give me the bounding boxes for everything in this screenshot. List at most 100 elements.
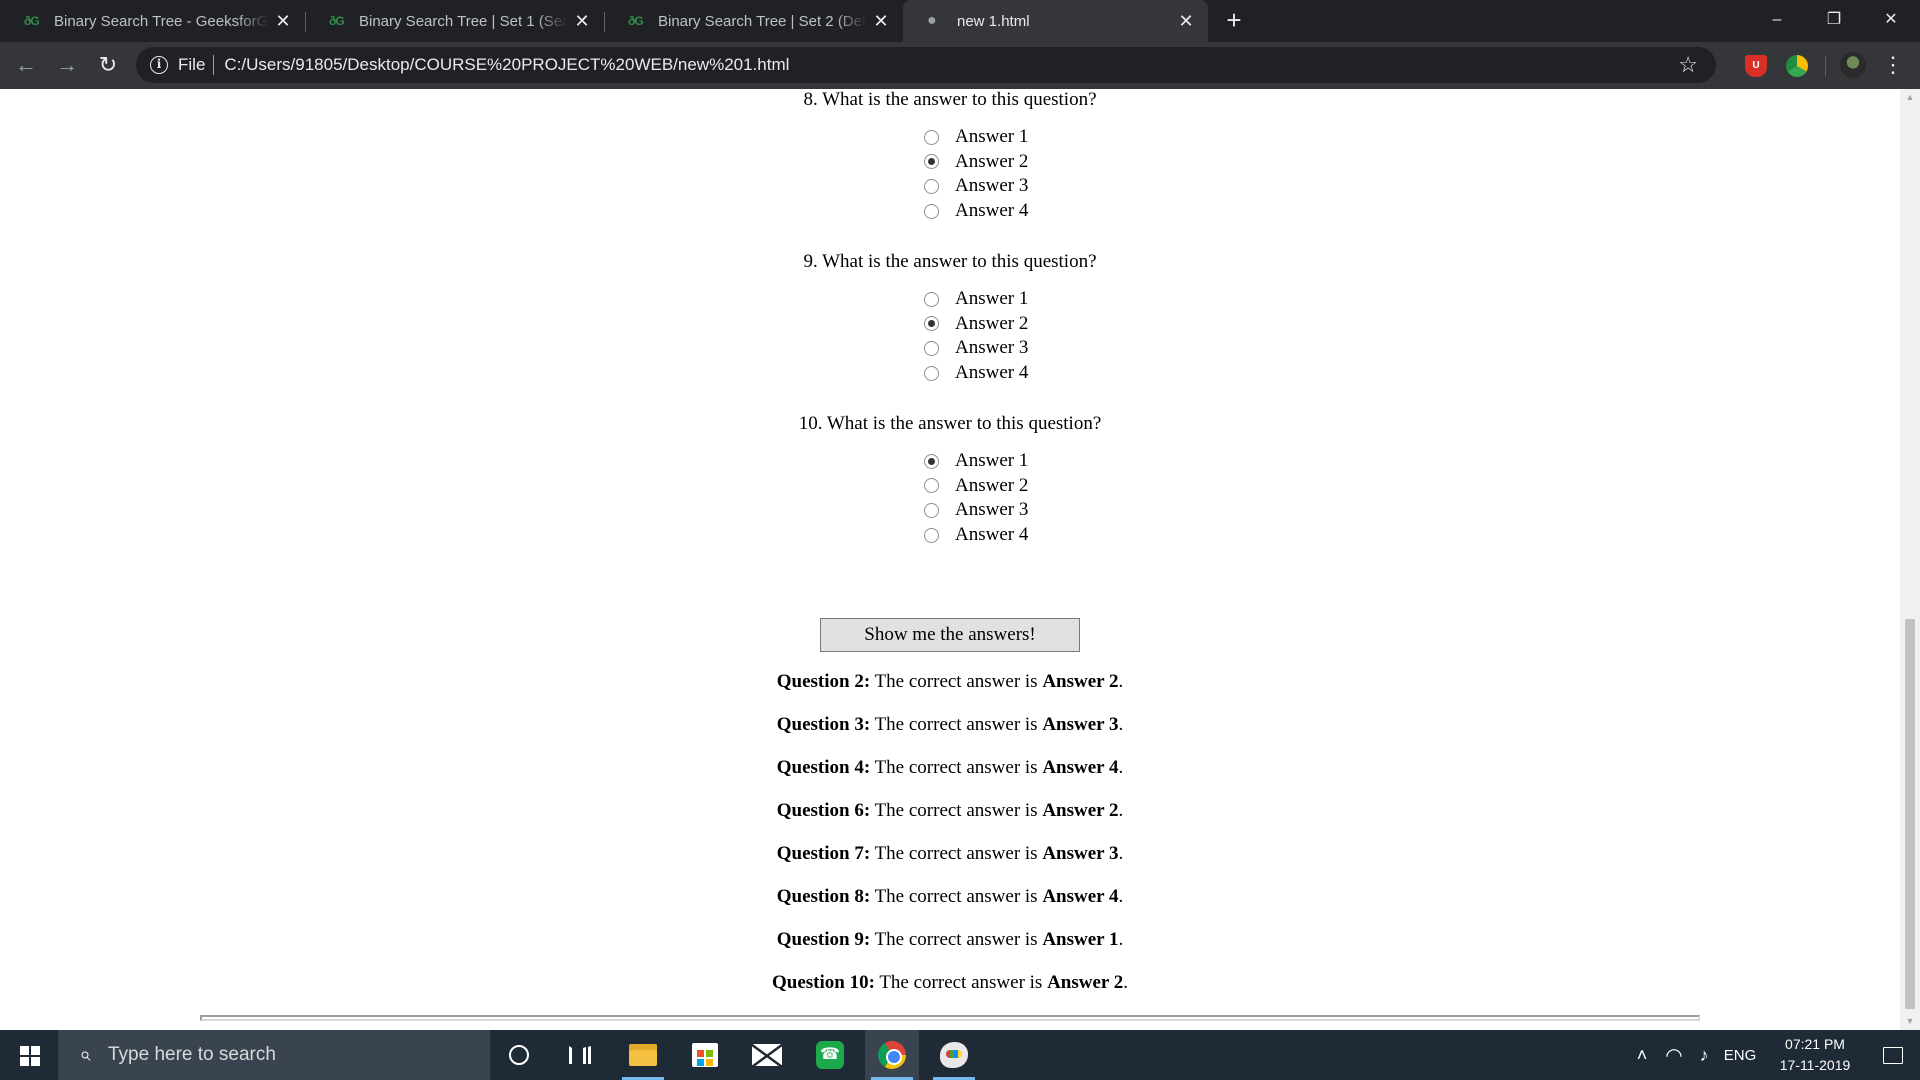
answer-option[interactable]: Answer 3: [922, 174, 1122, 199]
result-text: The correct answer is: [870, 800, 1043, 821]
bookmark-star-icon[interactable]: ☆: [1678, 52, 1698, 78]
result-end: .: [1118, 800, 1124, 821]
answer-label[interactable]: Answer 4: [955, 362, 1028, 384]
scroll-up-arrow-icon[interactable]: ▲: [1900, 89, 1920, 106]
site-info-icon[interactable]: i: [150, 56, 168, 74]
answer-label[interactable]: Answer 2: [955, 313, 1028, 335]
close-window-button[interactable]: ✕: [1862, 0, 1920, 42]
new-tab-button[interactable]: +: [1218, 4, 1250, 36]
answer-label[interactable]: Answer 4: [955, 524, 1028, 546]
wifi-icon[interactable]: ◠: [1660, 1030, 1688, 1080]
radio-button[interactable]: [924, 502, 939, 518]
answer-option[interactable]: Answer 2: [922, 474, 1122, 499]
start-button[interactable]: [0, 1030, 58, 1080]
close-icon[interactable]: ✕: [269, 11, 297, 32]
answer-label[interactable]: Answer 1: [955, 288, 1028, 310]
search-placeholder[interactable]: Type here to search: [108, 1044, 276, 1066]
taskbar-search[interactable]: ⌕ Type here to search: [58, 1030, 490, 1080]
cortana-button[interactable]: [492, 1030, 546, 1080]
radio-button[interactable]: [924, 154, 939, 170]
result-end: .: [1118, 671, 1124, 692]
paint-button[interactable]: [927, 1030, 981, 1080]
page-content: 8. What is the answer to this question? …: [0, 89, 1900, 1030]
task-view-button[interactable]: [553, 1030, 607, 1080]
restore-button[interactable]: ❐: [1805, 0, 1863, 42]
browser-toolbar: ← → ↻ i File C:/Users/91805/Desktop/COUR…: [0, 42, 1920, 89]
show-answers-button[interactable]: Show me the answers!: [820, 618, 1080, 652]
volume-icon[interactable]: ♪: [1690, 1030, 1718, 1080]
close-icon[interactable]: ✕: [867, 11, 895, 32]
scroll-down-arrow-icon[interactable]: ▼: [1900, 1013, 1920, 1030]
store-button[interactable]: [678, 1030, 732, 1080]
answer-label[interactable]: Answer 1: [955, 126, 1028, 148]
whatsapp-button[interactable]: ☎: [803, 1030, 857, 1080]
radio-button[interactable]: [924, 316, 939, 332]
answer-option[interactable]: Answer 1: [922, 125, 1122, 150]
answer-label[interactable]: Answer 1: [955, 450, 1028, 472]
profile-avatar[interactable]: [1840, 52, 1866, 78]
answer-option[interactable]: Answer 4: [922, 199, 1122, 224]
result-question: Question 2:: [776, 671, 871, 692]
result-answer: Answer 3: [1042, 843, 1119, 864]
radio-button[interactable]: [924, 340, 939, 356]
answer-option[interactable]: Answer 1: [922, 449, 1122, 474]
result-text: The correct answer is: [870, 843, 1043, 864]
back-button[interactable]: ←: [10, 49, 42, 81]
result-question: Question 6:: [776, 800, 871, 821]
radio-button[interactable]: [924, 527, 939, 543]
reload-button[interactable]: ↻: [92, 49, 124, 81]
close-icon[interactable]: ✕: [1172, 11, 1200, 32]
result-question: Question 7:: [776, 843, 871, 864]
answer-label[interactable]: Answer 4: [955, 200, 1028, 222]
url-text[interactable]: C:/Users/91805/Desktop/COURSE%20PROJECT%…: [224, 55, 789, 75]
result-line: Question 8: The correct answer is Answer…: [0, 886, 1900, 908]
file-explorer-button[interactable]: [616, 1030, 670, 1080]
result-answer: Answer 3: [1042, 714, 1119, 735]
radio-button[interactable]: [924, 203, 939, 219]
scrollbar-thumb[interactable]: [1905, 619, 1915, 1009]
answer-label[interactable]: Answer 3: [955, 337, 1028, 359]
vertical-scrollbar[interactable]: ▲ ▼: [1900, 89, 1920, 1030]
minimize-button[interactable]: –: [1748, 0, 1806, 42]
shield-extension-icon[interactable]: U: [1745, 55, 1767, 77]
result-answer: Answer 2: [1042, 800, 1119, 821]
clock-date: 17-11-2019: [1779, 1057, 1851, 1073]
radio-button[interactable]: [924, 365, 939, 381]
radio-button[interactable]: [924, 291, 939, 307]
result-line: Question 10: The correct answer is Answe…: [0, 972, 1900, 994]
chrome-button[interactable]: [865, 1030, 919, 1080]
radio-button[interactable]: [924, 478, 939, 494]
result-line: Question 2: The correct answer is Answer…: [0, 671, 1900, 693]
language-indicator[interactable]: ENG: [1722, 1030, 1758, 1080]
answer-option[interactable]: Answer 4: [922, 523, 1122, 548]
show-hidden-icons-chevron-icon[interactable]: ˄: [1628, 1030, 1656, 1080]
forward-button[interactable]: →: [51, 49, 83, 81]
kebab-menu-icon[interactable]: ⋮: [1882, 50, 1904, 82]
taskbar: ⌕ Type here to search ☎ ˄ ◠ ♪ ENG 07:21 …: [0, 1030, 1920, 1080]
mail-button[interactable]: [740, 1030, 794, 1080]
answer-label[interactable]: Answer 2: [955, 475, 1028, 497]
tab-bst-set1[interactable]: ðG Binary Search Tree | Set 1 (Search an…: [305, 0, 604, 42]
answer-option[interactable]: Answer 2: [922, 150, 1122, 175]
answer-option[interactable]: Answer 3: [922, 498, 1122, 523]
tab-bst-set2[interactable]: ðG Binary Search Tree | Set 2 (Delete) ✕: [604, 0, 903, 42]
clock[interactable]: 07:21 PM 17-11-2019: [1760, 1034, 1870, 1076]
tab-new1-html[interactable]: ● new 1.html ✕: [903, 0, 1208, 42]
radio-button[interactable]: [924, 178, 939, 194]
close-icon[interactable]: ✕: [568, 11, 596, 32]
answer-label[interactable]: Answer 3: [955, 499, 1028, 521]
radio-button[interactable]: [924, 129, 939, 145]
answer-label[interactable]: Answer 2: [955, 151, 1028, 173]
answer-option[interactable]: Answer 3: [922, 336, 1122, 361]
radio-button[interactable]: [924, 453, 939, 469]
answer-option[interactable]: Answer 2: [922, 312, 1122, 337]
answer-label[interactable]: Answer 3: [955, 175, 1028, 197]
answer-option[interactable]: Answer 1: [922, 287, 1122, 312]
task-view-icon: [569, 1046, 591, 1064]
extension-icon[interactable]: [1786, 55, 1808, 77]
address-bar[interactable]: i File C:/Users/91805/Desktop/COURSE%20P…: [136, 47, 1716, 83]
answer-option[interactable]: Answer 4: [922, 361, 1122, 386]
tab-geeksforgeeks-bst[interactable]: ðG Binary Search Tree - GeeksforGeeks ✕: [0, 0, 305, 42]
result-text: The correct answer is: [870, 671, 1043, 692]
notification-center-button[interactable]: [1866, 1030, 1920, 1080]
